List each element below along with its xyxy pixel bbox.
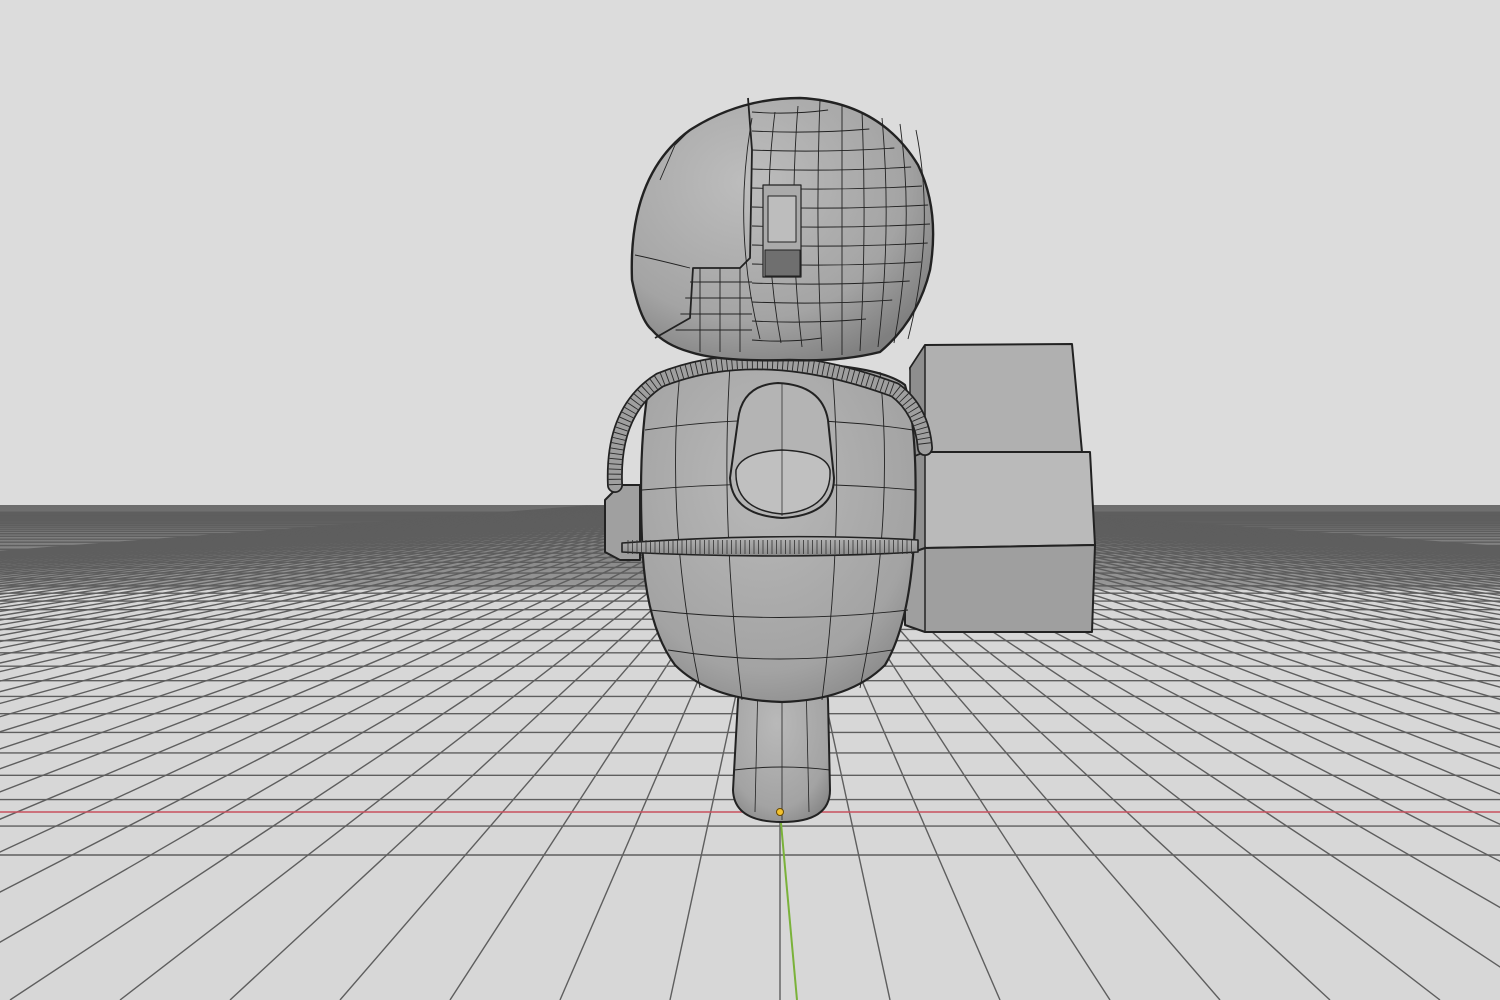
viewport-canvas[interactable] [0,0,1500,1000]
3d-viewport[interactable] [0,0,1500,1000]
backpack[interactable] [904,343,1096,633]
belt[interactable] [621,535,919,557]
body[interactable] [639,360,917,704]
origin-point[interactable] [776,808,784,816]
